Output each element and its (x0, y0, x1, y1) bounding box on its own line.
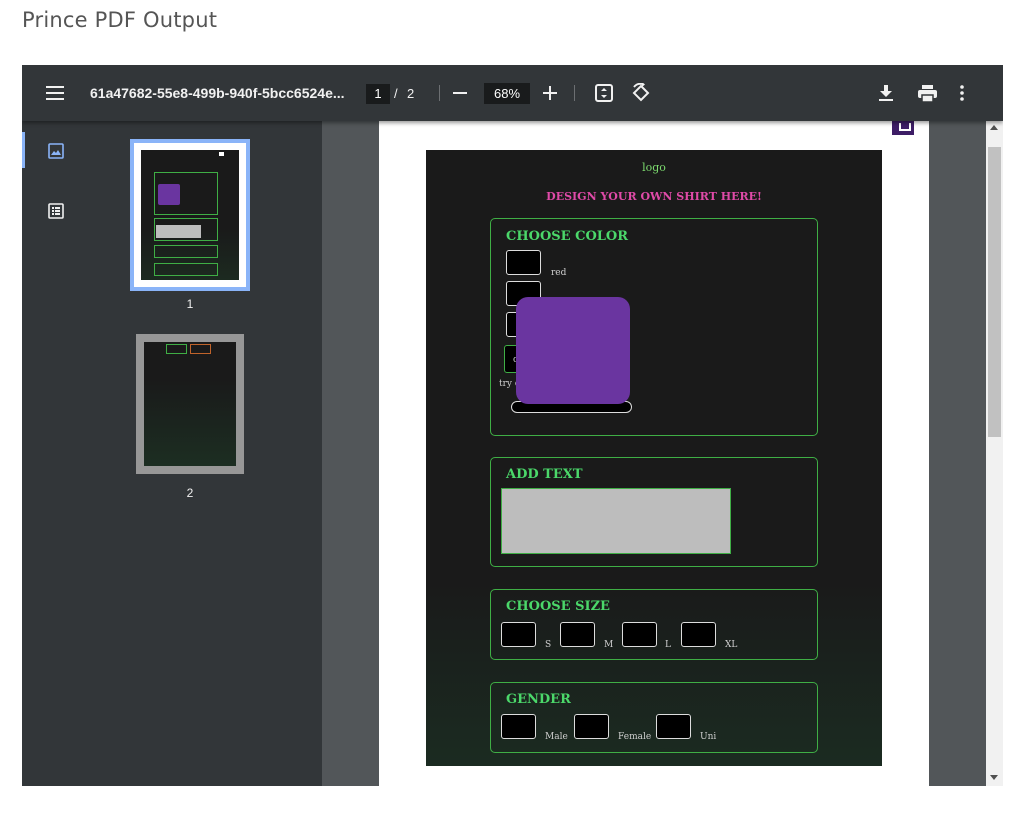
thumbnail-box (190, 344, 211, 354)
choose-size-section: CHOOSE SIZE S M L XL (490, 589, 818, 660)
swatch-label: red (551, 268, 567, 278)
section-title: GENDER (506, 692, 571, 707)
gender-option-box[interactable] (574, 714, 609, 739)
page-total: 2 (407, 85, 415, 101)
section-title: CHOOSE SIZE (506, 599, 610, 614)
color-preview-box (516, 297, 630, 404)
add-text-section: ADD TEXT (490, 457, 818, 567)
design-title: DESIGN YOUR OWN SHIRT HERE! (546, 190, 762, 203)
page-title: Prince PDF Output (22, 8, 218, 32)
more-options-button[interactable] (960, 65, 964, 121)
rotate-button[interactable] (631, 65, 651, 121)
gender-label: Male (545, 732, 568, 742)
gender-option-box[interactable] (501, 714, 536, 739)
size-label: L (665, 640, 671, 650)
size-option-box[interactable] (501, 622, 536, 647)
toolbar-divider (439, 85, 440, 101)
thumbnail-label-2: 2 (186, 486, 194, 500)
scroll-thumb[interactable] (988, 147, 1001, 437)
thumbnail-sidebar: 1 2 (22, 121, 322, 786)
download-icon (879, 84, 893, 101)
zoom-out-button[interactable] (453, 65, 467, 121)
print-icon (918, 84, 937, 102)
plus-icon (543, 86, 557, 100)
shirt-design-form: logo DESIGN YOUR OWN SHIRT HERE! CHOOSE … (426, 150, 882, 766)
size-label: S (545, 640, 552, 650)
thumbnail-preview (144, 342, 236, 466)
gender-label: Uni (700, 732, 717, 742)
scroll-down-arrow-icon[interactable] (990, 775, 998, 780)
rotate-icon (632, 83, 650, 102)
size-option-box[interactable] (622, 622, 657, 647)
gender-label: Female (618, 732, 652, 742)
page-number-input[interactable]: 1 (366, 84, 390, 104)
document-title: 61a47682-55e8-499b-940f-5bcc6524e... (90, 85, 345, 101)
more-vert-icon (960, 85, 964, 101)
print-button[interactable] (918, 65, 937, 121)
section-title: CHOOSE COLOR (506, 229, 629, 244)
section-title: ADD TEXT (506, 467, 583, 482)
zoom-in-button[interactable] (543, 65, 557, 121)
toolbar-divider (574, 85, 575, 101)
size-label: XL (725, 640, 738, 650)
size-option-box[interactable] (560, 622, 595, 647)
fit-to-page-icon (595, 84, 613, 102)
pdf-viewer: 61a47682-55e8-499b-940f-5bcc6524e... 1 /… (22, 65, 1003, 786)
thumbnail-mark (219, 152, 224, 156)
shirt-text-input[interactable] (501, 488, 731, 554)
zoom-input[interactable]: 68% (484, 83, 530, 104)
list-icon[interactable] (48, 203, 64, 224)
gender-section: GENDER Male Female Uni (490, 682, 818, 753)
choose-color-section: CHOOSE COLOR red c try c (490, 218, 818, 436)
page-separator: / (394, 85, 398, 101)
minus-icon (453, 92, 467, 94)
fit-to-page-button[interactable] (595, 65, 613, 121)
viewer-toolbar: 61a47682-55e8-499b-940f-5bcc6524e... 1 /… (22, 65, 1003, 121)
pdf-page: logo DESIGN YOUR OWN SHIRT HERE! CHOOSE … (379, 121, 929, 786)
sidebar-active-indicator (22, 132, 25, 168)
scroll-up-arrow-icon[interactable] (990, 125, 998, 130)
page-thumbnail-2[interactable] (136, 334, 244, 474)
document-content[interactable]: logo DESIGN YOUR OWN SHIRT HERE! CHOOSE … (322, 121, 986, 786)
logo-text: logo (642, 161, 666, 174)
thumbnail-label-1: 1 (186, 297, 194, 311)
hamburger-menu-icon[interactable] (46, 65, 66, 121)
thumbnail-box (154, 245, 218, 258)
vertical-scrollbar[interactable] (986, 121, 1003, 786)
gender-option-box[interactable] (656, 714, 691, 739)
thumbnail-textarea (156, 225, 201, 238)
page-corner-logo (892, 121, 914, 135)
color-swatch[interactable] (506, 250, 541, 275)
size-option-box[interactable] (681, 622, 716, 647)
thumbnail-box (166, 344, 187, 354)
download-button[interactable] (879, 65, 893, 121)
image-icon[interactable] (48, 143, 64, 164)
thumbnail-purple (158, 184, 180, 205)
thumbnail-box (154, 263, 218, 276)
page-thumbnail-1[interactable] (130, 139, 250, 291)
thumbnail-preview (141, 150, 239, 280)
size-label: M (604, 640, 614, 650)
